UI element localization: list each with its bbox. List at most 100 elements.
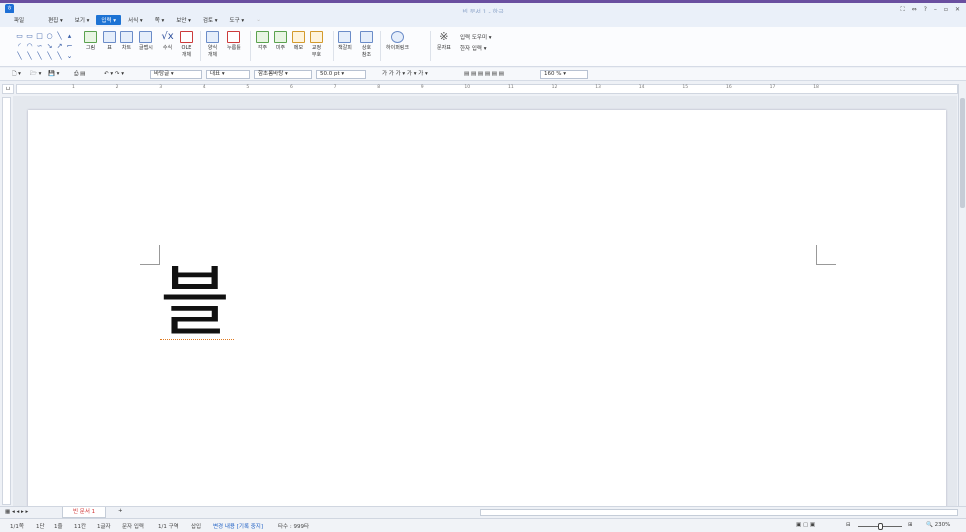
menu-item[interactable]: 보기 ▾ <box>70 15 95 25</box>
spellcheck-underline <box>160 338 234 340</box>
ribbon-divider <box>430 31 431 61</box>
push-button-button[interactable]: 누름틀 <box>227 31 241 52</box>
zoom-slider[interactable] <box>858 523 902 530</box>
endnote-icon <box>274 31 287 43</box>
margin-corner-mark <box>140 245 160 265</box>
crossref-button[interactable]: 상호 참조 <box>360 31 373 59</box>
ole-object-button[interactable]: OLE 개체 <box>180 31 193 59</box>
chart-button[interactable]: 차트 <box>120 31 133 52</box>
charmap-button[interactable]: ※ 문자표 <box>437 31 451 52</box>
status-column: 11칸 <box>74 524 87 530</box>
polygon-shape-icon[interactable]: ◠ <box>25 42 34 51</box>
open-icon[interactable]: 🗁 ▾ <box>30 70 41 79</box>
vertical-ruler[interactable] <box>2 97 11 505</box>
status-insert[interactable]: 삽입 <box>191 522 201 530</box>
line-shape-icon[interactable]: ╲ <box>55 32 64 41</box>
form-object-button[interactable]: 양식 개체 <box>206 31 219 59</box>
add-tab-button[interactable]: + <box>118 507 123 516</box>
menu-bar: 파일 편집 ▾ 보기 ▾ 입력 ▾ 서식 ▾ 쪽 ▾ 보안 ▾ 검토 ▾ 도구 ▾ ⌄ <box>0 13 966 27</box>
menu-item[interactable]: 검토 ▾ <box>198 15 223 25</box>
new-doc-icon[interactable]: 🗋 ▾ <box>12 70 21 79</box>
hyperlink-button[interactable]: 하이퍼링크 <box>386 31 409 52</box>
tab-document-1[interactable]: 빈 문서 1 <box>62 507 107 518</box>
save-icon[interactable]: 💾 ▾ <box>48 70 59 79</box>
shape-gallery[interactable]: ▭ ▭ □ ○ ╲ ▴ ◜ ◠ ∽ ↘ ↗ ⌐ ╲ ╲ ╲ ╲ ╲ ⌄ <box>15 32 77 61</box>
push-button-icon <box>227 31 241 43</box>
hanja-input-button[interactable]: 한자 입력 ▾ <box>460 44 487 52</box>
memo-icon <box>292 31 305 43</box>
glyph-icon <box>139 31 153 43</box>
zoom-slider-knob[interactable] <box>878 523 883 530</box>
status-track-changes[interactable]: 변경 내용 [기록 중지] <box>213 522 263 530</box>
zoom-out-icon[interactable]: ⊟ <box>846 522 851 528</box>
formatting-toolbar: 🗋 ▾ 🗁 ▾ 💾 ▾ ⎙ ▤ ↶ ▾ ↷ ▾ 바탕글 ▾ 대표 ▾ 함초롬바탕… <box>0 68 966 81</box>
menu-item[interactable]: 보안 ▾ <box>171 15 196 25</box>
freeform-shape-icon[interactable]: ↘ <box>45 42 54 51</box>
expand-shapes-icon[interactable]: ⌄ <box>65 52 74 61</box>
vertical-scrollbar[interactable] <box>958 84 966 506</box>
endnote-button[interactable]: 미주 <box>274 31 287 52</box>
menu-item[interactable]: 서식 ▾ <box>123 15 148 25</box>
rect-shape-icon[interactable]: □ <box>35 32 44 41</box>
glyph-button[interactable]: 글맵시 <box>139 31 153 52</box>
connector-shape-icon[interactable]: ⌐ <box>65 42 74 51</box>
connector5-shape-icon[interactable]: ╲ <box>45 52 54 61</box>
view-mode-icons[interactable]: ▣ ▢ ▣ <box>796 522 815 528</box>
form-object-icon <box>206 31 219 43</box>
document-tab-bar: ▦ ◂ ◂ ▸ ▸ 빈 문서 1 + <box>0 506 966 518</box>
textbox-shape-icon[interactable]: ▭ <box>15 32 24 41</box>
arc-shape-icon[interactable]: ◜ <box>15 42 24 51</box>
bookmark-button[interactable]: 책갈피 <box>338 31 352 52</box>
more-shapes-icon[interactable]: ▴ <box>65 32 74 41</box>
footnote-button[interactable]: 각주 <box>256 31 269 52</box>
zoom-in-icon[interactable]: ⊞ <box>908 522 913 528</box>
formula-button[interactable]: √x 수식 <box>161 31 174 52</box>
undo-icon[interactable]: ↶ ▾ ↷ ▾ <box>104 70 124 79</box>
style-select[interactable]: 바탕글 ▾ <box>150 70 202 79</box>
memo-button[interactable]: 메모 <box>292 31 305 52</box>
zoom-input[interactable]: 160 % ▾ <box>540 70 588 79</box>
font-select[interactable]: 함초롬바탕 ▾ <box>254 70 312 79</box>
table-button[interactable]: 표 <box>103 31 116 52</box>
print-icon[interactable]: ⎙ ▤ <box>74 70 85 79</box>
font-size-input[interactable]: 50.0 pt ▾ <box>316 70 366 79</box>
connector4-shape-icon[interactable]: ╲ <box>35 52 44 61</box>
ruler-corner[interactable]: ⊔ <box>2 84 14 94</box>
connector6-shape-icon[interactable]: ╲ <box>55 52 64 61</box>
arrow-shape-icon[interactable]: ↗ <box>55 42 64 51</box>
picture-button[interactable]: 그림 <box>84 31 97 52</box>
ruler-tick-label: 14 <box>638 85 645 90</box>
menu-item[interactable]: 쪽 ▾ <box>150 15 170 25</box>
menu-item[interactable]: ⌄ <box>251 16 266 24</box>
bold-italic-underline-icons[interactable]: 가 가 가 ▾ 가 ▾ 가 ▾ <box>382 70 428 79</box>
ruler-tick-label: 16 <box>726 85 732 90</box>
ruler-tick-label: 2 <box>115 85 119 90</box>
scroll-thumb[interactable] <box>960 98 965 208</box>
ellipse-shape-icon[interactable]: ○ <box>45 32 54 41</box>
menu-item[interactable]: 입력 ▾ <box>96 15 122 25</box>
curve-shape-icon[interactable]: ∽ <box>35 42 44 51</box>
ruler-tick-label: 4 <box>202 85 206 90</box>
input-helper-button[interactable]: 입력 도우미 ▾ <box>460 33 492 41</box>
menu-item[interactable]: 편집 ▾ <box>43 15 68 25</box>
horizontal-scrollbar[interactable] <box>480 509 958 516</box>
ruler-tick-label: 17 <box>769 85 776 90</box>
document-text[interactable]: 블 <box>160 262 230 342</box>
status-typing: 타수 : 999타 <box>278 524 310 530</box>
ribbon-divider <box>250 31 251 61</box>
tab-nav-icons[interactable]: ▦ ◂ ◂ ▸ ▸ <box>5 508 28 517</box>
horizontal-ruler[interactable]: 1 2 3 4 5 6 7 8 9 10 11 12 13 14 15 16 17 18 <box>16 84 958 94</box>
footnote-icon <box>256 31 269 43</box>
textbox-v-shape-icon[interactable]: ▭ <box>25 32 34 41</box>
connector2-shape-icon[interactable]: ╲ <box>15 52 24 61</box>
align-icons[interactable]: ▤ ▤ ▤ ▤ ▤ ▤ <box>464 70 504 79</box>
zoom-level[interactable]: 🔍 230% <box>926 522 950 528</box>
menu-item[interactable]: 도구 ▾ <box>225 15 250 25</box>
menu-item[interactable]: 파일 <box>9 15 29 25</box>
correction-mark-button[interactable]: 교정 부호 <box>310 31 323 59</box>
language-select[interactable]: 대표 ▾ <box>206 70 250 79</box>
ruler-tick-label: 11 <box>508 85 514 90</box>
ruler-tick-label: 1 <box>72 85 75 90</box>
connector3-shape-icon[interactable]: ╲ <box>25 52 34 61</box>
ruler-tick-label: 6 <box>290 85 293 90</box>
